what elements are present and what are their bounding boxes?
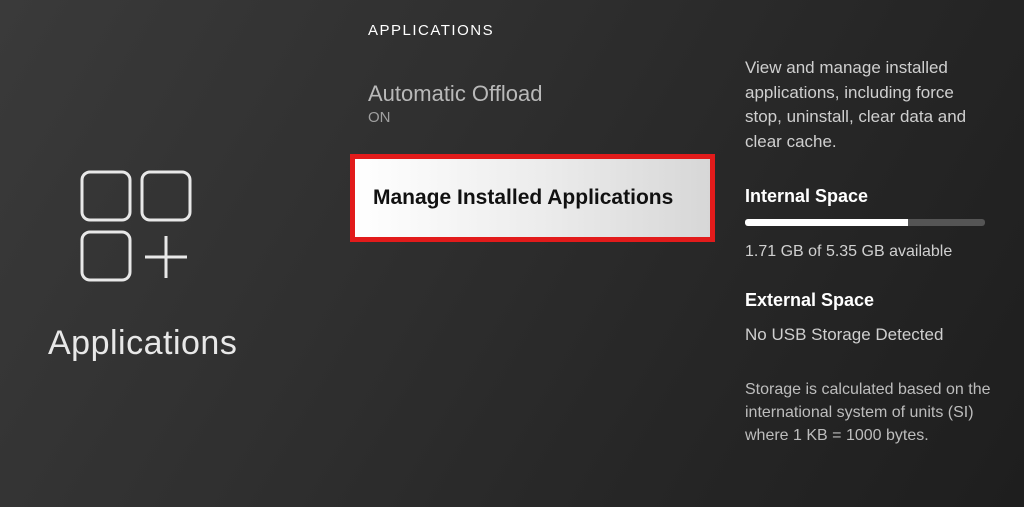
external-space-value: No USB Storage Detected [745, 323, 992, 348]
column-divider [350, 0, 351, 507]
internal-space-bar [745, 219, 985, 226]
category-title: Applications [48, 324, 237, 363]
setting-value: ON [368, 109, 697, 126]
settings-list: APPLICATIONS Automatic Offload ON Manage… [350, 0, 715, 507]
section-header: APPLICATIONS [350, 22, 715, 39]
internal-space-text: 1.71 GB of 5.35 GB available [745, 240, 992, 263]
setting-automatic-offload[interactable]: Automatic Offload ON [350, 81, 715, 144]
setting-description: View and manage installed applications, … [745, 56, 992, 155]
detail-panel: View and manage installed applications, … [715, 0, 1024, 507]
left-panel: Applications [0, 0, 350, 507]
internal-space-fill [745, 219, 908, 226]
setting-title: Manage Installed Applications [373, 186, 673, 210]
setting-title: Automatic Offload [368, 81, 697, 107]
storage-footnote: Storage is calculated based on the inter… [745, 378, 992, 448]
external-space-label: External Space [745, 287, 992, 313]
selection-highlight: Manage Installed Applications [350, 154, 715, 242]
internal-space-label: Internal Space [745, 183, 992, 209]
applications-icon [80, 170, 200, 282]
setting-manage-installed-applications[interactable]: Manage Installed Applications [355, 159, 710, 237]
